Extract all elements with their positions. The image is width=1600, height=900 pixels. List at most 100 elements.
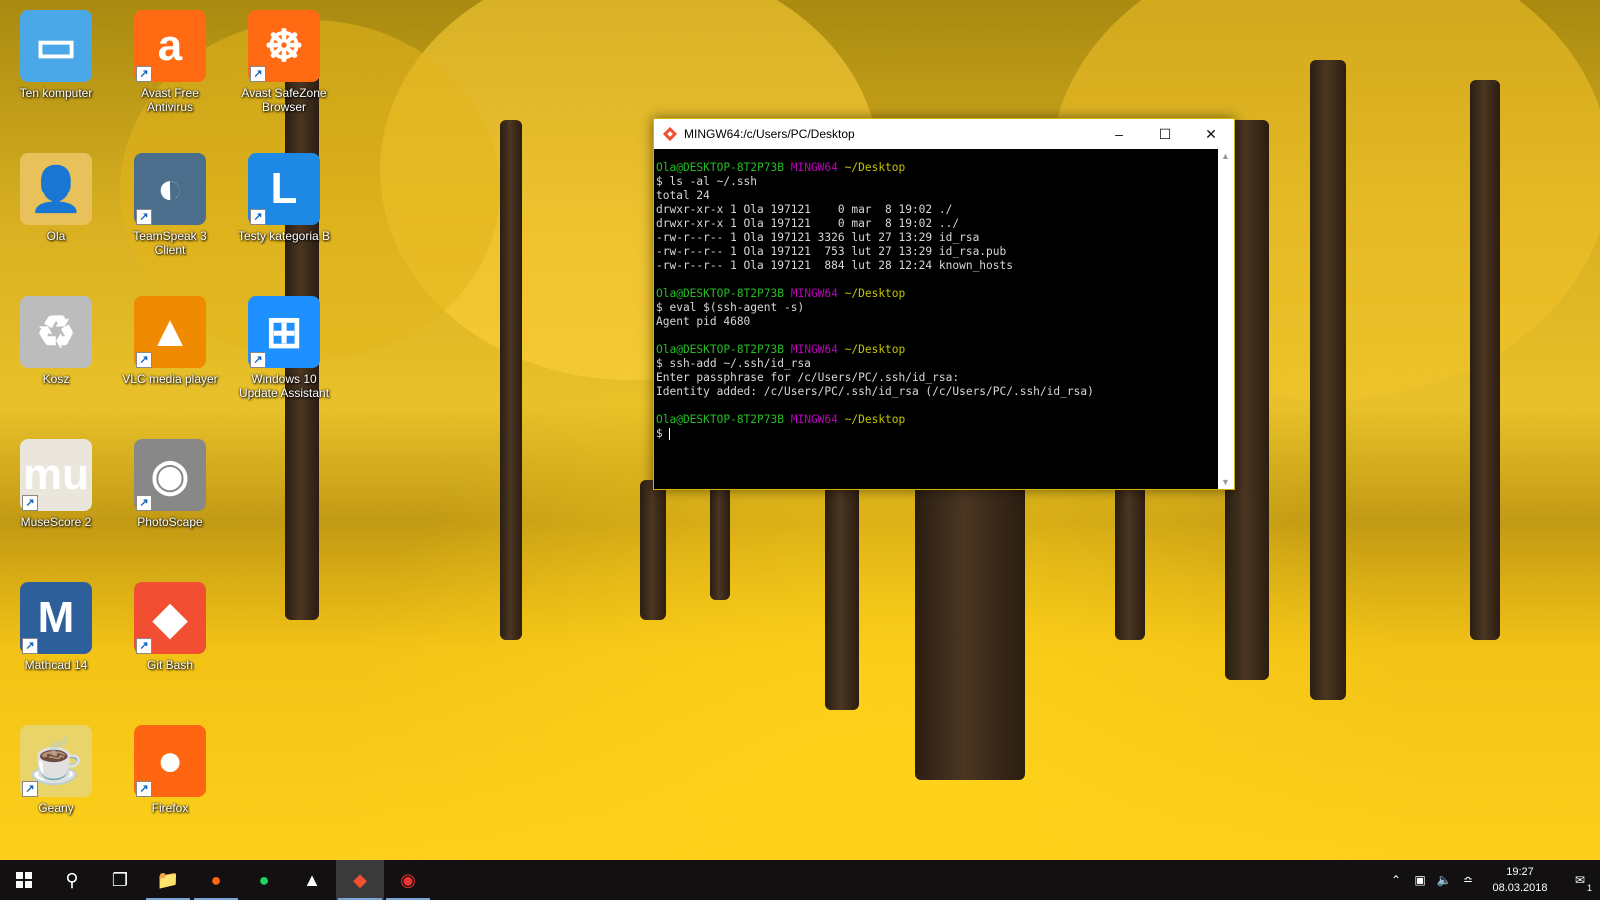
scrollbar[interactable]: ▲ ▼: [1218, 149, 1234, 489]
shortcut-arrow-icon: ↗: [136, 781, 152, 797]
prompt-user: Ola@DESKTOP-8T2P73B: [656, 413, 784, 426]
volume-icon[interactable]: 🔈: [1432, 873, 1456, 887]
firefox-icon: ●: [210, 869, 222, 890]
close-button[interactable]: ✕: [1188, 119, 1234, 149]
prompt-host: MINGW64: [790, 161, 838, 174]
scroll-down-icon[interactable]: ▼: [1221, 477, 1230, 487]
desktop-icon[interactable]: M ↗ Mathcad 14: [0, 576, 112, 716]
spotify-taskbar-button[interactable]: ●: [240, 860, 288, 900]
desktop-icon[interactable]: a ↗ Avast Free Antivirus: [114, 4, 226, 144]
minimize-button[interactable]: –: [1096, 119, 1142, 149]
text-cursor: [669, 428, 671, 440]
icon-label: Windows 10 Update Assistant: [238, 372, 330, 400]
photoscape-icon: ◉: [400, 869, 416, 890]
notification-count: 1: [1586, 883, 1592, 893]
task-view-button[interactable]: ❐: [96, 860, 144, 900]
search-button[interactable]: ⚲: [48, 860, 96, 900]
desktop-icon[interactable]: ● ↗ Firefox: [114, 719, 226, 859]
desktop-icon[interactable]: ☸ ↗ Avast SafeZone Browser: [228, 4, 340, 144]
desktop-icon[interactable]: ☕ ↗ Geany: [0, 719, 112, 859]
command-line: $ ssh-add ~/.ssh/id_rsa: [656, 357, 811, 370]
icon-label: Firefox: [151, 801, 189, 815]
action-center-button[interactable]: ✉ 1: [1560, 873, 1600, 893]
app-icon: ▭: [20, 10, 92, 82]
window-title: MINGW64:/c/Users/PC/Desktop: [684, 127, 855, 141]
prompt-dir: ~/Desktop: [844, 413, 906, 426]
maximize-button[interactable]: ☐: [1142, 119, 1188, 149]
shortcut-arrow-icon: ↗: [136, 638, 152, 654]
icon-label: Avast SafeZone Browser: [241, 86, 327, 114]
prompt-host: MINGW64: [790, 343, 838, 356]
file-explorer-button[interactable]: 📁: [144, 860, 192, 900]
desktop-icon[interactable]: mu ↗ MuseScore 2: [0, 433, 112, 573]
icon-label: VLC media player: [122, 372, 218, 386]
desktop-icon[interactable]: 👤 Ola: [0, 147, 112, 287]
command-output: Agent pid 4680: [656, 315, 751, 328]
system-tray: ⌃ ▣ 🔈 ≏ 19:27 08.03.2018 ✉ 1: [1384, 860, 1600, 900]
title-bar[interactable]: MINGW64:/c/Users/PC/Desktop – ☐ ✕: [654, 119, 1234, 149]
app-icon: ☸ ↗: [248, 10, 320, 82]
start-button[interactable]: [0, 860, 48, 900]
shortcut-arrow-icon: ↗: [136, 352, 152, 368]
app-icon: ◐ ↗: [134, 153, 206, 225]
desktop-icon[interactable]: L ↗ Testy kategoria B: [228, 147, 340, 287]
app-icon: ◆ ↗: [134, 582, 206, 654]
command-line: $ eval $(ssh-agent -s): [656, 301, 805, 314]
app-icon: a ↗: [134, 10, 206, 82]
network-icon[interactable]: ▣: [1408, 873, 1432, 887]
prompt-line: Ola@DESKTOP-8T2P73B MINGW64 ~/Desktop: [656, 343, 1216, 357]
desktop-icon[interactable]: ◉ ↗ PhotoScape: [114, 433, 226, 573]
desktop-icon[interactable]: ▲ ↗ VLC media player: [114, 290, 226, 430]
icon-label: Git Bash: [146, 658, 194, 672]
task-view-icon: ❐: [111, 869, 129, 890]
app-icon: L ↗: [248, 153, 320, 225]
desktop-icon[interactable]: ⊞ ↗ Windows 10 Update Assistant: [228, 290, 340, 430]
prompt-line: Ola@DESKTOP-8T2P73B MINGW64 ~/Desktop: [656, 413, 1216, 427]
spotify-icon: ●: [258, 869, 270, 890]
shortcut-arrow-icon: ↗: [250, 66, 266, 82]
desktop-icon[interactable]: ◐ ↗ TeamSpeak 3 Client: [114, 147, 226, 287]
folder-icon: 📁: [156, 869, 180, 890]
app-icon: ⊞ ↗: [248, 296, 320, 368]
notification-icon: ✉: [1574, 873, 1586, 887]
clock[interactable]: 19:27 08.03.2018: [1480, 864, 1560, 896]
prompt-user: Ola@DESKTOP-8T2P73B: [656, 287, 784, 300]
desktop-icon[interactable]: ▭ Ten komputer: [0, 4, 112, 144]
prompt-dir: ~/Desktop: [844, 287, 906, 300]
current-prompt[interactable]: $: [656, 427, 1216, 441]
git-bash-icon: ◆: [353, 869, 367, 890]
shortcut-arrow-icon: ↗: [136, 209, 152, 225]
chevron-up-icon[interactable]: ⌃: [1384, 873, 1408, 887]
firefox-taskbar-button[interactable]: ●: [192, 860, 240, 900]
shortcut-arrow-icon: ↗: [136, 66, 152, 82]
command-output: Enter passphrase for /c/Users/PC/.ssh/id…: [656, 371, 1094, 398]
prompt-user: Ola@DESKTOP-8T2P73B: [656, 343, 784, 356]
shortcut-arrow-icon: ↗: [22, 781, 38, 797]
desktop-icon[interactable]: ♻ Kosz: [0, 290, 112, 430]
app-icon: ◉ ↗: [134, 439, 206, 511]
prompt-dir: ~/Desktop: [844, 343, 906, 356]
prompt-host: MINGW64: [790, 413, 838, 426]
icon-label: Kosz: [42, 372, 70, 386]
wifi-icon[interactable]: ≏: [1456, 873, 1480, 887]
desktop-icon[interactable]: ◆ ↗ Git Bash: [114, 576, 226, 716]
git-bash-taskbar-button[interactable]: ◆: [336, 860, 384, 900]
shortcut-arrow-icon: ↗: [250, 352, 266, 368]
shortcut-arrow-icon: ↗: [136, 495, 152, 511]
app-icon: ☕ ↗: [20, 725, 92, 797]
icon-label: Ten komputer: [19, 86, 93, 100]
clock-time: 19:27: [1506, 866, 1534, 878]
app-icon: ● ↗: [134, 725, 206, 797]
taskbar: ⚲ ❐ 📁 ● ● ▲ ◆ ◉ ⌃ ▣ 🔈 ≏ 19:27 08.03.2018…: [0, 860, 1600, 900]
prompt-dir: ~/Desktop: [844, 161, 906, 174]
photoscape-taskbar-button[interactable]: ◉: [384, 860, 432, 900]
terminal-window[interactable]: MINGW64:/c/Users/PC/Desktop – ☐ ✕ Ola@DE…: [653, 118, 1235, 490]
photos-taskbar-button[interactable]: ▲: [288, 860, 336, 900]
icon-label: Mathcad 14: [24, 658, 88, 672]
app-icon: mu ↗: [20, 439, 92, 511]
prompt-user: Ola@DESKTOP-8T2P73B: [656, 161, 784, 174]
scroll-up-icon[interactable]: ▲: [1221, 151, 1230, 161]
terminal-output[interactable]: Ola@DESKTOP-8T2P73B MINGW64 ~/Desktop $ l…: [654, 149, 1218, 489]
prompt-host: MINGW64: [790, 287, 838, 300]
